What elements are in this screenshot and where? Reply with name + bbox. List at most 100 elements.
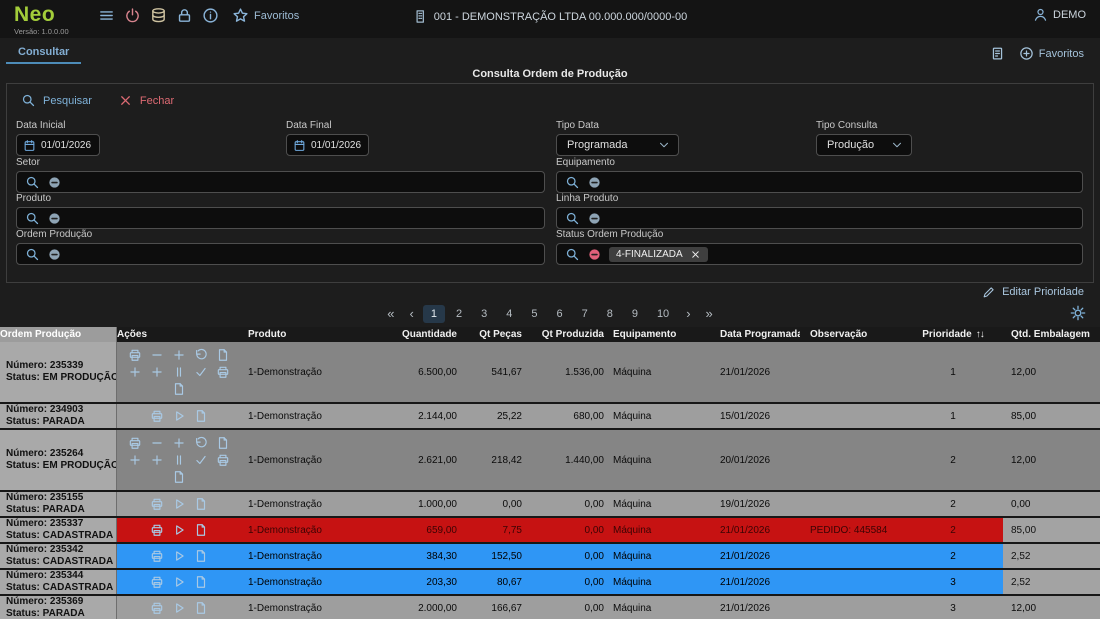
undo-icon[interactable] [194, 436, 208, 450]
favoritos-topbar-button[interactable]: Favoritos [232, 7, 299, 24]
produto-input[interactable] [16, 207, 545, 229]
pause-icon[interactable] [172, 365, 186, 379]
user-menu[interactable]: DEMO [1033, 7, 1086, 22]
file-icon[interactable] [194, 575, 208, 589]
menu-icon[interactable] [98, 7, 115, 24]
linha-produto-input[interactable] [556, 207, 1083, 229]
pagination-page-10[interactable]: 10 [649, 305, 677, 323]
table-row[interactable]: Número: 235342Status: CADASTRADA1-Demons… [0, 544, 1100, 570]
pesquisar-button[interactable]: Pesquisar [11, 89, 102, 112]
play-icon[interactable] [172, 409, 186, 423]
column-header[interactable]: Ordem Produção [0, 327, 117, 342]
printer-icon[interactable] [216, 365, 230, 379]
play-icon[interactable] [172, 523, 186, 537]
company-selector[interactable]: 001 - DEMONSTRAÇÃO LTDA 00.000.000/0000-… [413, 9, 688, 24]
printer-icon[interactable] [216, 453, 230, 467]
pagination-page-2[interactable]: 2 [448, 305, 470, 323]
table-row[interactable]: Número: 235344Status: CADASTRADA1-Demons… [0, 570, 1100, 596]
circle-minus-icon[interactable] [588, 176, 601, 189]
printer-icon[interactable] [150, 575, 164, 589]
minus-icon[interactable] [150, 348, 164, 362]
column-header[interactable]: Equipamento [607, 327, 702, 342]
circle-minus-icon[interactable] [48, 212, 61, 225]
minus-icon[interactable] [150, 436, 164, 450]
plus-icon[interactable] [128, 453, 142, 467]
table-row[interactable]: Número: 235339Status: EM PRODUÇÃO1-Demon… [0, 342, 1100, 404]
equipamento-input[interactable] [556, 171, 1083, 193]
play-icon[interactable] [172, 549, 186, 563]
table-row[interactable]: Número: 235155Status: PARADA1-Demonstraç… [0, 492, 1100, 518]
pause-icon[interactable] [172, 453, 186, 467]
column-header[interactable]: Data Programada [702, 327, 800, 342]
neo-logo[interactable]: Neo [14, 4, 84, 26]
gear-icon[interactable] [1070, 305, 1086, 321]
pagination-page-4[interactable]: 4 [498, 305, 520, 323]
tipo-consulta-select[interactable]: Produção [816, 134, 912, 156]
pagination-page-5[interactable]: 5 [523, 305, 545, 323]
file-icon[interactable] [216, 348, 230, 362]
plus-icon[interactable] [172, 436, 186, 450]
setor-input[interactable] [16, 171, 545, 193]
ordem-producao-input[interactable] [16, 243, 545, 265]
info-icon[interactable] [202, 7, 219, 24]
column-header[interactable]: Qt Peças [460, 327, 525, 342]
circle-minus-icon[interactable] [588, 248, 601, 261]
column-header[interactable]: Qt Produzida [525, 327, 607, 342]
file-icon[interactable] [172, 382, 186, 396]
power-icon[interactable] [124, 7, 141, 24]
status-chip[interactable]: 4-FINALIZADA [609, 247, 708, 262]
fechar-button[interactable]: Fechar [108, 89, 184, 112]
file-icon[interactable] [194, 409, 208, 423]
pagination-page-6[interactable]: 6 [548, 305, 570, 323]
plus-icon[interactable] [150, 453, 164, 467]
pagination-prev[interactable]: ‹ [403, 305, 419, 324]
editar-prioridade-button[interactable]: Editar Prioridade [0, 283, 1100, 301]
file-icon[interactable] [194, 601, 208, 615]
pagination-page-3[interactable]: 3 [473, 305, 495, 323]
data-inicial-input[interactable]: 01/01/2026 [16, 134, 100, 156]
column-header[interactable]: Quantidade [395, 327, 460, 342]
printer-icon[interactable] [150, 549, 164, 563]
printer-icon[interactable] [150, 409, 164, 423]
column-header[interactable]: Produto [240, 327, 395, 342]
database-icon[interactable] [150, 7, 167, 24]
add-favorito-button[interactable]: Favoritos [1019, 46, 1084, 61]
table-row[interactable]: Número: 235337Status: CADASTRADA1-Demons… [0, 518, 1100, 544]
printer-icon[interactable] [128, 436, 142, 450]
pagination-page-8[interactable]: 8 [599, 305, 621, 323]
file-icon[interactable] [172, 470, 186, 484]
check-icon[interactable] [194, 365, 208, 379]
circle-minus-icon[interactable] [48, 248, 61, 261]
printer-icon[interactable] [150, 601, 164, 615]
plus-icon[interactable] [128, 365, 142, 379]
column-header[interactable]: Prioridade↑↓ [903, 327, 1003, 342]
table-row[interactable]: Número: 235264Status: EM PRODUÇÃO1-Demon… [0, 430, 1100, 492]
data-final-input[interactable]: 01/01/2026 [286, 134, 369, 156]
column-header[interactable]: Ações [117, 327, 240, 342]
pagination-last[interactable]: » [700, 305, 719, 324]
pagination-page-9[interactable]: 9 [624, 305, 646, 323]
play-icon[interactable] [172, 575, 186, 589]
tab-consultar[interactable]: Consultar [6, 38, 81, 64]
sort-icon[interactable]: ↑↓ [976, 329, 984, 340]
column-header[interactable]: Observação [800, 327, 903, 342]
undo-icon[interactable] [194, 348, 208, 362]
file-icon[interactable] [194, 523, 208, 537]
file-icon[interactable] [194, 549, 208, 563]
file-icon[interactable] [216, 436, 230, 450]
pagination-first[interactable]: « [381, 305, 400, 324]
lock-icon[interactable] [176, 7, 193, 24]
printer-icon[interactable] [128, 348, 142, 362]
tipo-data-select[interactable]: Programada [556, 134, 679, 156]
printer-icon[interactable] [150, 523, 164, 537]
chip-remove-icon[interactable] [690, 249, 701, 260]
circle-minus-icon[interactable] [48, 176, 61, 189]
pagination-page-7[interactable]: 7 [574, 305, 596, 323]
plus-icon[interactable] [172, 348, 186, 362]
table-row[interactable]: Número: 234903Status: PARADA1-Demonstraç… [0, 404, 1100, 430]
pagination-page-1[interactable]: 1 [423, 305, 445, 323]
column-header[interactable]: Qtd. Embalagem [1003, 327, 1100, 342]
status-ordem-producao-input[interactable]: 4-FINALIZADA [556, 243, 1083, 265]
table-row[interactable]: Número: 235369Status: PARADA1-Demonstraç… [0, 596, 1100, 619]
pagination-next[interactable]: › [680, 305, 696, 324]
